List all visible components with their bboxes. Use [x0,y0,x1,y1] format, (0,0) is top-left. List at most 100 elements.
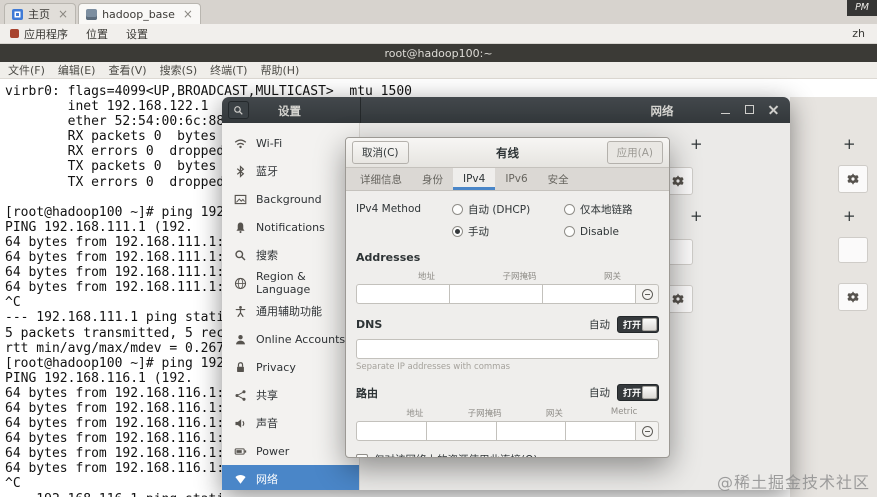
ipv4-method-radio[interactable]: 仅本地链路 [564,202,633,217]
radio-icon [564,204,575,215]
sidebar-item-icon [234,137,247,150]
wired-settings-dialog: 有线 取消(C) 应用(A) 详细信息 身份 IPv4 IPv6 安全 IPv4… [345,137,670,458]
use-only-for-network-checkbox[interactable]: 仅对该网络上的资源使用此连接(O) [356,452,659,457]
radio-icon [452,226,463,237]
input-method-indicator[interactable]: zh [852,27,865,40]
column-header: 子网掩码 [467,409,502,419]
routes-auto-toggle[interactable]: 打开 [617,384,659,401]
sidebar-item[interactable]: 声音 [222,409,359,437]
sidebar-item-icon [234,164,247,178]
sidebar-item-icon [234,193,247,206]
dialog-header: 有线 取消(C) 应用(A) [346,138,669,168]
ipv4-method-options: 自动 (DHCP) 仅本地链路 手动 Disable [452,202,633,239]
terminal-menu-item[interactable]: 查看(V) [108,62,146,78]
add-button[interactable]: + [843,137,856,152]
sidebar-item-label: 共享 [256,389,278,402]
screen: 主页 × hadoop_base × 应用程序 位置 设置 zh root@ha… [0,0,877,497]
routes-section-header: 路由 自动 打开 [356,384,659,401]
radio-icon [564,226,575,237]
ipv4-method-radio[interactable]: Disable [564,224,633,239]
sidebar-item-icon [234,417,247,430]
route-row [356,421,659,441]
column-header: 网关 [545,409,563,419]
sidebar-item[interactable]: 共享 [222,381,359,409]
sidebar-item-label: 蓝牙 [256,165,278,178]
terminal-menu-item[interactable]: 文件(F) [8,62,45,78]
applications-icon [10,29,19,38]
sidebar-item[interactable]: 网络 [222,465,359,490]
remove-route-button[interactable] [635,421,659,441]
sidebar-item-icon [234,277,247,290]
gateway-input[interactable] [542,284,636,304]
dialog-tab[interactable]: IPv4 [453,168,496,190]
maximize-button[interactable] [743,103,756,116]
gear-icon [671,292,685,306]
connection-settings-button[interactable] [838,283,868,311]
places-menu[interactable]: 位置 [86,26,108,42]
route-metric-input[interactable] [565,421,636,441]
sidebar-item-icon [234,361,247,374]
tab-close-icon[interactable]: × [58,8,68,20]
watermark: @稀土掘金技术社区 [716,473,870,492]
column-header: 网关 [603,272,621,282]
add-button[interactable]: + [843,209,856,224]
dns-section-title: DNS [356,318,383,331]
background-window: + + [790,97,877,497]
route-address-input[interactable] [356,421,427,441]
browser-tab-home[interactable]: 主页 × [4,3,77,24]
dialog-tab[interactable]: 身份 [412,168,453,190]
sidebar-item[interactable]: Privacy [222,353,359,381]
addresses-column-headers: 地址 子网掩码 网关 [356,270,659,282]
cancel-button[interactable]: 取消(C) [352,141,409,164]
connection-settings-button[interactable] [838,165,868,193]
routes-section-title: 路由 [356,386,378,400]
apply-button[interactable]: 应用(A) [606,141,663,164]
sidebar-item[interactable]: Background [222,185,359,213]
gnome-top-bar: 应用程序 位置 设置 zh [0,24,877,44]
sidebar-item-label: Background [256,192,322,206]
browser-tab-hadoop[interactable]: hadoop_base × [78,3,201,24]
sidebar-item-label: 网络 [256,473,278,486]
sidebar-item[interactable]: Online Accounts [222,325,359,353]
home-tab-favicon-icon [12,8,23,20]
sidebar-item[interactable]: 搜索 [222,241,359,269]
dns-auto-toggle[interactable]: 打开 [617,316,659,333]
sidebar-item[interactable]: Power [222,437,359,465]
routes-auto-group: 自动 打开 [589,384,659,401]
routes-auto-label: 自动 [589,387,610,399]
terminal-menu-item[interactable]: 编辑(E) [58,62,96,78]
dialog-tab[interactable]: IPv6 [495,168,537,190]
route-netmask-input[interactable] [425,421,497,441]
sidebar-item-icon [234,389,247,402]
terminal-menu-item[interactable]: 搜索(S) [160,62,198,78]
tab-close-icon[interactable]: × [183,8,193,20]
add-connection-button[interactable]: + [690,137,703,152]
route-gateway-input[interactable] [495,421,567,441]
settings-menu[interactable]: 设置 [126,26,148,42]
dialog-tab[interactable]: 详细信息 [350,168,412,190]
netmask-input[interactable] [449,284,543,304]
minimize-button[interactable] [719,103,732,116]
dns-input[interactable] [356,339,659,359]
applications-menu[interactable]: 应用程序 [10,26,68,42]
sidebar-item-icon [234,305,247,318]
close-button[interactable] [767,103,780,116]
gear-icon [846,290,860,304]
sidebar-item[interactable]: Notifications [222,213,359,241]
remove-address-button[interactable] [635,284,659,304]
ipv4-method-radio[interactable]: 手动 [452,224,560,239]
terminal-menu-item[interactable]: 终端(T) [210,62,247,78]
address-input[interactable] [356,284,450,304]
dialog-tab[interactable]: 安全 [538,168,579,190]
sidebar-item[interactable]: 通用辅助功能 [222,297,359,325]
sidebar-item[interactable]: Region & Language [222,269,359,297]
sidebar-item[interactable]: Wi-Fi [222,129,359,157]
add-connection-button[interactable]: + [690,209,703,224]
radio-label: 仅本地链路 [580,204,633,216]
terminal-menu-item[interactable]: 帮助(H) [260,62,299,78]
sidebar-item-label: Online Accounts [256,332,346,346]
search-button[interactable] [228,101,249,119]
sidebar-item[interactable]: 蓝牙 [222,157,359,185]
ipv4-method-radio[interactable]: 自动 (DHCP) [452,202,560,217]
terminal-title-bar: root@hadoop100:~ [0,44,877,62]
